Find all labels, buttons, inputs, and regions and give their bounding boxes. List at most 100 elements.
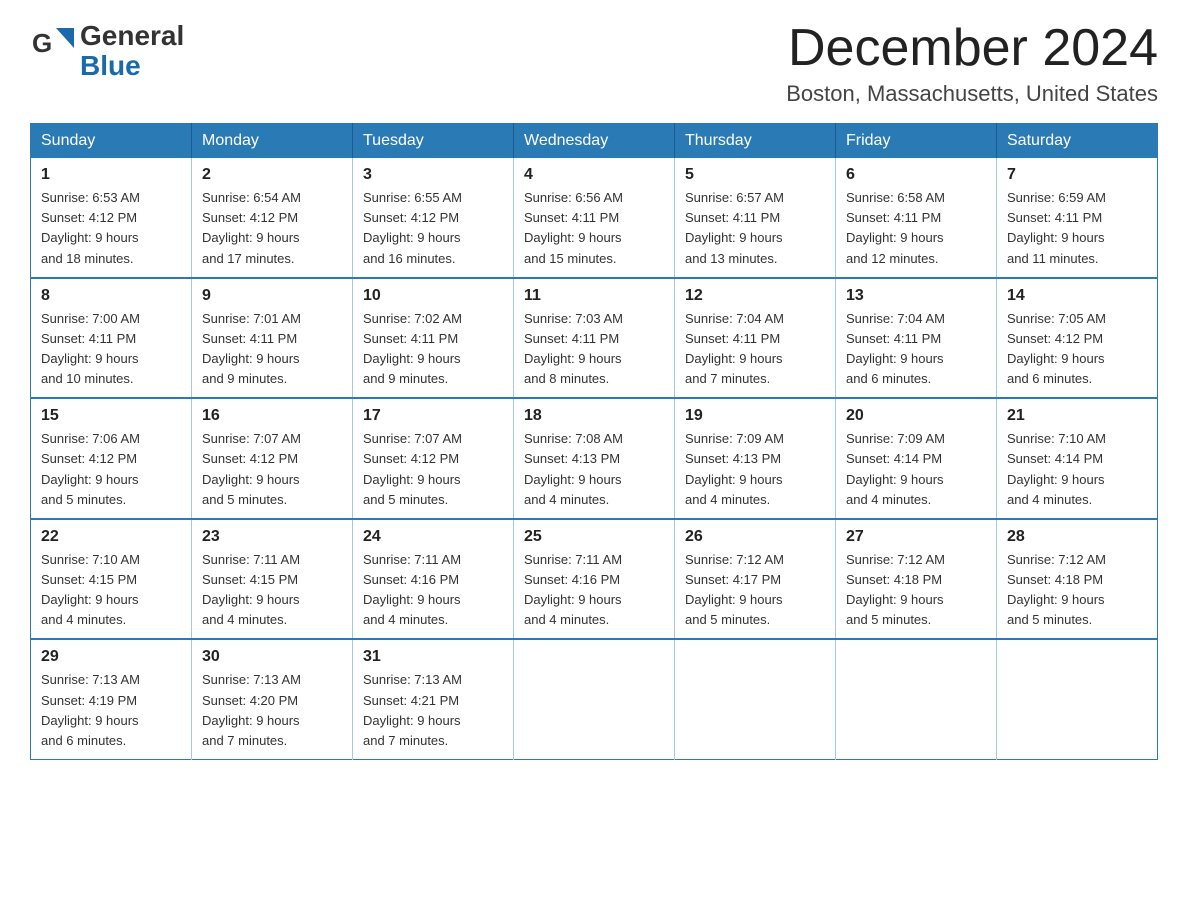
day-info: Sunrise: 6:55 AM Sunset: 4:12 PM Dayligh…	[363, 188, 503, 269]
day-info: Sunrise: 7:00 AM Sunset: 4:11 PM Dayligh…	[41, 309, 181, 390]
calendar-cell: 31 Sunrise: 7:13 AM Sunset: 4:21 PM Dayl…	[353, 639, 514, 759]
calendar-cell: 5 Sunrise: 6:57 AM Sunset: 4:11 PM Dayli…	[675, 158, 836, 278]
day-number: 1	[41, 166, 181, 184]
day-number: 13	[846, 287, 986, 305]
calendar-cell: 24 Sunrise: 7:11 AM Sunset: 4:16 PM Dayl…	[353, 519, 514, 640]
calendar-cell: 18 Sunrise: 7:08 AM Sunset: 4:13 PM Dayl…	[514, 398, 675, 519]
calendar-cell: 20 Sunrise: 7:09 AM Sunset: 4:14 PM Dayl…	[836, 398, 997, 519]
day-number: 23	[202, 528, 342, 546]
calendar-cell: 22 Sunrise: 7:10 AM Sunset: 4:15 PM Dayl…	[31, 519, 192, 640]
day-number: 9	[202, 287, 342, 305]
calendar-cell: 11 Sunrise: 7:03 AM Sunset: 4:11 PM Dayl…	[514, 278, 675, 399]
day-info: Sunrise: 6:57 AM Sunset: 4:11 PM Dayligh…	[685, 188, 825, 269]
calendar-cell: 28 Sunrise: 7:12 AM Sunset: 4:18 PM Dayl…	[997, 519, 1158, 640]
day-number: 16	[202, 407, 342, 425]
calendar-cell: 10 Sunrise: 7:02 AM Sunset: 4:11 PM Dayl…	[353, 278, 514, 399]
day-info: Sunrise: 7:09 AM Sunset: 4:14 PM Dayligh…	[846, 429, 986, 510]
weekday-header-tuesday: Tuesday	[353, 124, 514, 159]
calendar-cell: 19 Sunrise: 7:09 AM Sunset: 4:13 PM Dayl…	[675, 398, 836, 519]
calendar-table: SundayMondayTuesdayWednesdayThursdayFrid…	[30, 123, 1158, 760]
day-info: Sunrise: 7:09 AM Sunset: 4:13 PM Dayligh…	[685, 429, 825, 510]
day-info: Sunrise: 7:10 AM Sunset: 4:15 PM Dayligh…	[41, 550, 181, 631]
day-number: 15	[41, 407, 181, 425]
day-info: Sunrise: 7:12 AM Sunset: 4:18 PM Dayligh…	[1007, 550, 1147, 631]
calendar-cell: 14 Sunrise: 7:05 AM Sunset: 4:12 PM Dayl…	[997, 278, 1158, 399]
day-number: 8	[41, 287, 181, 305]
day-number: 2	[202, 166, 342, 184]
day-number: 22	[41, 528, 181, 546]
day-info: Sunrise: 7:04 AM Sunset: 4:11 PM Dayligh…	[846, 309, 986, 390]
logo-blue-text: Blue	[80, 50, 184, 82]
day-info: Sunrise: 7:06 AM Sunset: 4:12 PM Dayligh…	[41, 429, 181, 510]
calendar-cell: 12 Sunrise: 7:04 AM Sunset: 4:11 PM Dayl…	[675, 278, 836, 399]
day-info: Sunrise: 7:07 AM Sunset: 4:12 PM Dayligh…	[202, 429, 342, 510]
svg-text:G: G	[32, 28, 52, 58]
weekday-header-thursday: Thursday	[675, 124, 836, 159]
day-info: Sunrise: 6:56 AM Sunset: 4:11 PM Dayligh…	[524, 188, 664, 269]
day-number: 31	[363, 648, 503, 666]
calendar-cell: 21 Sunrise: 7:10 AM Sunset: 4:14 PM Dayl…	[997, 398, 1158, 519]
day-number: 7	[1007, 166, 1147, 184]
day-info: Sunrise: 6:58 AM Sunset: 4:11 PM Dayligh…	[846, 188, 986, 269]
calendar-cell: 25 Sunrise: 7:11 AM Sunset: 4:16 PM Dayl…	[514, 519, 675, 640]
weekday-header-row: SundayMondayTuesdayWednesdayThursdayFrid…	[31, 124, 1158, 159]
day-number: 10	[363, 287, 503, 305]
day-number: 14	[1007, 287, 1147, 305]
weekday-header-wednesday: Wednesday	[514, 124, 675, 159]
logo-icon: G	[30, 22, 74, 66]
week-row-1: 1 Sunrise: 6:53 AM Sunset: 4:12 PM Dayli…	[31, 158, 1158, 278]
day-info: Sunrise: 7:13 AM Sunset: 4:21 PM Dayligh…	[363, 670, 503, 751]
calendar-cell: 1 Sunrise: 6:53 AM Sunset: 4:12 PM Dayli…	[31, 158, 192, 278]
calendar-cell: 6 Sunrise: 6:58 AM Sunset: 4:11 PM Dayli…	[836, 158, 997, 278]
day-info: Sunrise: 7:13 AM Sunset: 4:19 PM Dayligh…	[41, 670, 181, 751]
calendar-cell: 16 Sunrise: 7:07 AM Sunset: 4:12 PM Dayl…	[192, 398, 353, 519]
day-info: Sunrise: 7:12 AM Sunset: 4:17 PM Dayligh…	[685, 550, 825, 631]
calendar-cell	[836, 639, 997, 759]
calendar-cell: 30 Sunrise: 7:13 AM Sunset: 4:20 PM Dayl…	[192, 639, 353, 759]
week-row-5: 29 Sunrise: 7:13 AM Sunset: 4:19 PM Dayl…	[31, 639, 1158, 759]
location-title: Boston, Massachusetts, United States	[786, 81, 1158, 107]
day-info: Sunrise: 7:08 AM Sunset: 4:13 PM Dayligh…	[524, 429, 664, 510]
day-info: Sunrise: 7:12 AM Sunset: 4:18 PM Dayligh…	[846, 550, 986, 631]
day-info: Sunrise: 7:05 AM Sunset: 4:12 PM Dayligh…	[1007, 309, 1147, 390]
day-info: Sunrise: 7:04 AM Sunset: 4:11 PM Dayligh…	[685, 309, 825, 390]
weekday-header-friday: Friday	[836, 124, 997, 159]
title-area: December 2024 Boston, Massachusetts, Uni…	[786, 20, 1158, 107]
calendar-cell: 23 Sunrise: 7:11 AM Sunset: 4:15 PM Dayl…	[192, 519, 353, 640]
week-row-2: 8 Sunrise: 7:00 AM Sunset: 4:11 PM Dayli…	[31, 278, 1158, 399]
day-number: 12	[685, 287, 825, 305]
month-title: December 2024	[786, 20, 1158, 77]
day-number: 30	[202, 648, 342, 666]
blue-label: Blue	[80, 50, 141, 81]
day-number: 4	[524, 166, 664, 184]
logo-general-text: General	[80, 20, 184, 52]
day-number: 27	[846, 528, 986, 546]
day-number: 20	[846, 407, 986, 425]
day-number: 21	[1007, 407, 1147, 425]
day-number: 3	[363, 166, 503, 184]
day-info: Sunrise: 7:11 AM Sunset: 4:16 PM Dayligh…	[524, 550, 664, 631]
calendar-cell: 27 Sunrise: 7:12 AM Sunset: 4:18 PM Dayl…	[836, 519, 997, 640]
header: G General Blue December 2024 Boston, Mas…	[30, 20, 1158, 107]
day-info: Sunrise: 7:11 AM Sunset: 4:15 PM Dayligh…	[202, 550, 342, 631]
weekday-header-sunday: Sunday	[31, 124, 192, 159]
week-row-4: 22 Sunrise: 7:10 AM Sunset: 4:15 PM Dayl…	[31, 519, 1158, 640]
day-number: 26	[685, 528, 825, 546]
day-info: Sunrise: 7:10 AM Sunset: 4:14 PM Dayligh…	[1007, 429, 1147, 510]
logo: G General Blue	[30, 20, 184, 82]
day-info: Sunrise: 7:07 AM Sunset: 4:12 PM Dayligh…	[363, 429, 503, 510]
day-number: 5	[685, 166, 825, 184]
calendar-cell: 26 Sunrise: 7:12 AM Sunset: 4:17 PM Dayl…	[675, 519, 836, 640]
day-number: 25	[524, 528, 664, 546]
calendar-cell	[997, 639, 1158, 759]
day-number: 28	[1007, 528, 1147, 546]
calendar-cell: 7 Sunrise: 6:59 AM Sunset: 4:11 PM Dayli…	[997, 158, 1158, 278]
week-row-3: 15 Sunrise: 7:06 AM Sunset: 4:12 PM Dayl…	[31, 398, 1158, 519]
day-number: 29	[41, 648, 181, 666]
calendar-cell: 4 Sunrise: 6:56 AM Sunset: 4:11 PM Dayli…	[514, 158, 675, 278]
day-info: Sunrise: 7:01 AM Sunset: 4:11 PM Dayligh…	[202, 309, 342, 390]
day-info: Sunrise: 6:53 AM Sunset: 4:12 PM Dayligh…	[41, 188, 181, 269]
calendar-cell: 3 Sunrise: 6:55 AM Sunset: 4:12 PM Dayli…	[353, 158, 514, 278]
calendar-cell	[675, 639, 836, 759]
general-label: General	[80, 20, 184, 52]
